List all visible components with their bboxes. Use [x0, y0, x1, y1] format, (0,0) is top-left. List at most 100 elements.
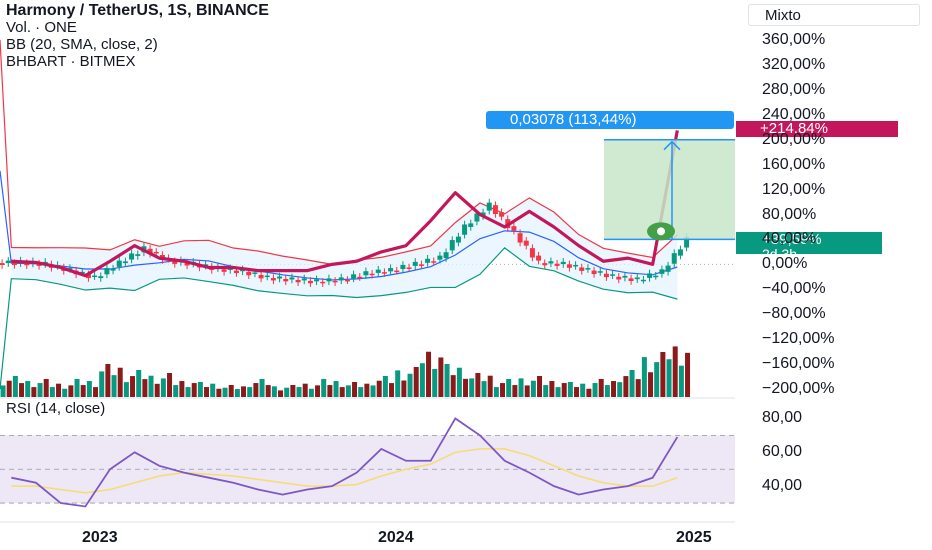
- candle-body: [499, 212, 505, 217]
- volume-bar: [290, 385, 296, 397]
- candle-body: [92, 275, 98, 278]
- volume-legend[interactable]: Vol. · ONE: [6, 20, 77, 36]
- candle-body: [455, 236, 461, 243]
- candle-body: [301, 278, 307, 281]
- volume-bar: [327, 385, 333, 397]
- candle-body: [603, 273, 609, 278]
- volume-bar: [315, 385, 321, 397]
- candle-body: [653, 275, 659, 278]
- candle-body: [523, 240, 529, 246]
- volume-bar: [592, 383, 598, 397]
- volume-bar: [167, 373, 173, 397]
- price-axis-label: 80,00%: [762, 205, 817, 223]
- price-axis-label: 240,00%: [762, 105, 826, 123]
- volume-bar: [537, 376, 543, 397]
- rsi-legend[interactable]: RSI (14, close): [6, 401, 105, 417]
- volume-bar: [678, 365, 684, 397]
- volume-bar: [37, 383, 43, 397]
- volume-bar: [352, 382, 358, 397]
- volume-bar: [463, 378, 469, 397]
- volume-bar: [555, 387, 561, 397]
- candle-body: [351, 274, 357, 279]
- volume-bar: [506, 379, 512, 397]
- candle-body: [591, 270, 597, 275]
- candle-body: [221, 269, 227, 272]
- candle-body: [135, 254, 141, 256]
- candle-body: [548, 261, 554, 264]
- candle-body: [129, 253, 135, 260]
- candle-body: [511, 226, 517, 231]
- volume-bar: [635, 379, 641, 397]
- volume-bar: [74, 379, 80, 397]
- compare-legend[interactable]: BHBART · BITMEX: [6, 54, 135, 70]
- volume-bar: [241, 386, 247, 397]
- volume-bar: [475, 373, 481, 397]
- candle-body: [431, 261, 437, 263]
- measure-label[interactable]: 0,03078 (113,44%): [486, 111, 734, 129]
- volume-bar: [99, 371, 105, 397]
- price-axis-label: 160,00%: [762, 155, 826, 173]
- candle-body: [622, 275, 628, 278]
- volume-bar: [549, 381, 555, 397]
- price-axis-label: 120,00%: [762, 180, 826, 198]
- volume-bar: [234, 389, 240, 397]
- volume-bar: [512, 385, 518, 397]
- volume-bar: [49, 387, 55, 397]
- candle-body: [295, 279, 301, 283]
- volume-bar: [179, 381, 185, 397]
- volume-bar: [500, 383, 506, 397]
- candle-body: [277, 276, 283, 279]
- rsi-axis-label: 80,00: [762, 409, 803, 427]
- candle-body: [573, 264, 579, 267]
- volume-bar: [321, 379, 327, 397]
- candle-body: [320, 281, 326, 284]
- candle-body: [363, 271, 369, 276]
- candle-body: [283, 279, 289, 282]
- candle-body: [326, 278, 332, 282]
- volume-bar: [654, 362, 660, 397]
- candle-body: [381, 272, 387, 274]
- volume-bar: [105, 364, 111, 397]
- volume-bar: [117, 367, 123, 397]
- candle-body: [289, 277, 295, 280]
- bb-legend[interactable]: BB (20, SMA, close, 2): [6, 37, 158, 53]
- volume-bar: [19, 383, 25, 397]
- volume-bar: [543, 385, 549, 397]
- volume-bar: [111, 375, 117, 397]
- volume-bar: [493, 387, 499, 397]
- volume-bar: [364, 383, 370, 397]
- price-axis-label: −80,00%: [762, 305, 826, 323]
- volume-bar: [481, 381, 487, 397]
- candle-body: [98, 276, 104, 279]
- volume-bar: [197, 382, 203, 397]
- candle-body: [406, 267, 412, 269]
- volume-bar: [204, 387, 210, 397]
- candle-body: [677, 249, 683, 256]
- scale-mode-button[interactable]: Mixto: [748, 4, 920, 26]
- candle-body: [671, 253, 677, 264]
- volume-bar: [629, 370, 635, 397]
- candle-body: [517, 233, 523, 243]
- volume-bar: [530, 380, 536, 397]
- volume-bar: [185, 387, 191, 397]
- volume-bar: [561, 383, 567, 397]
- volume-bar: [210, 383, 216, 397]
- volume-bar: [148, 375, 154, 397]
- volume-bar: [130, 376, 136, 397]
- candle-body: [116, 260, 122, 267]
- candle-body: [628, 278, 634, 282]
- volume-bar: [376, 380, 382, 397]
- volume-bar: [93, 387, 99, 397]
- volume-bar: [358, 387, 364, 397]
- volume-bar: [173, 385, 179, 397]
- volume-bar: [623, 376, 629, 397]
- volume-bar: [142, 379, 148, 397]
- price-axis-label: 40,00%: [762, 230, 817, 248]
- volume-bar: [222, 387, 228, 397]
- symbol-title[interactable]: Harmony / TetherUS, 1S, BINANCE: [6, 3, 269, 19]
- candle-body: [554, 263, 560, 266]
- price-axis-label: 200,00%: [762, 130, 826, 148]
- volume-bar: [487, 375, 493, 397]
- time-axis-label: 2025: [676, 529, 712, 546]
- candle-body: [357, 276, 363, 279]
